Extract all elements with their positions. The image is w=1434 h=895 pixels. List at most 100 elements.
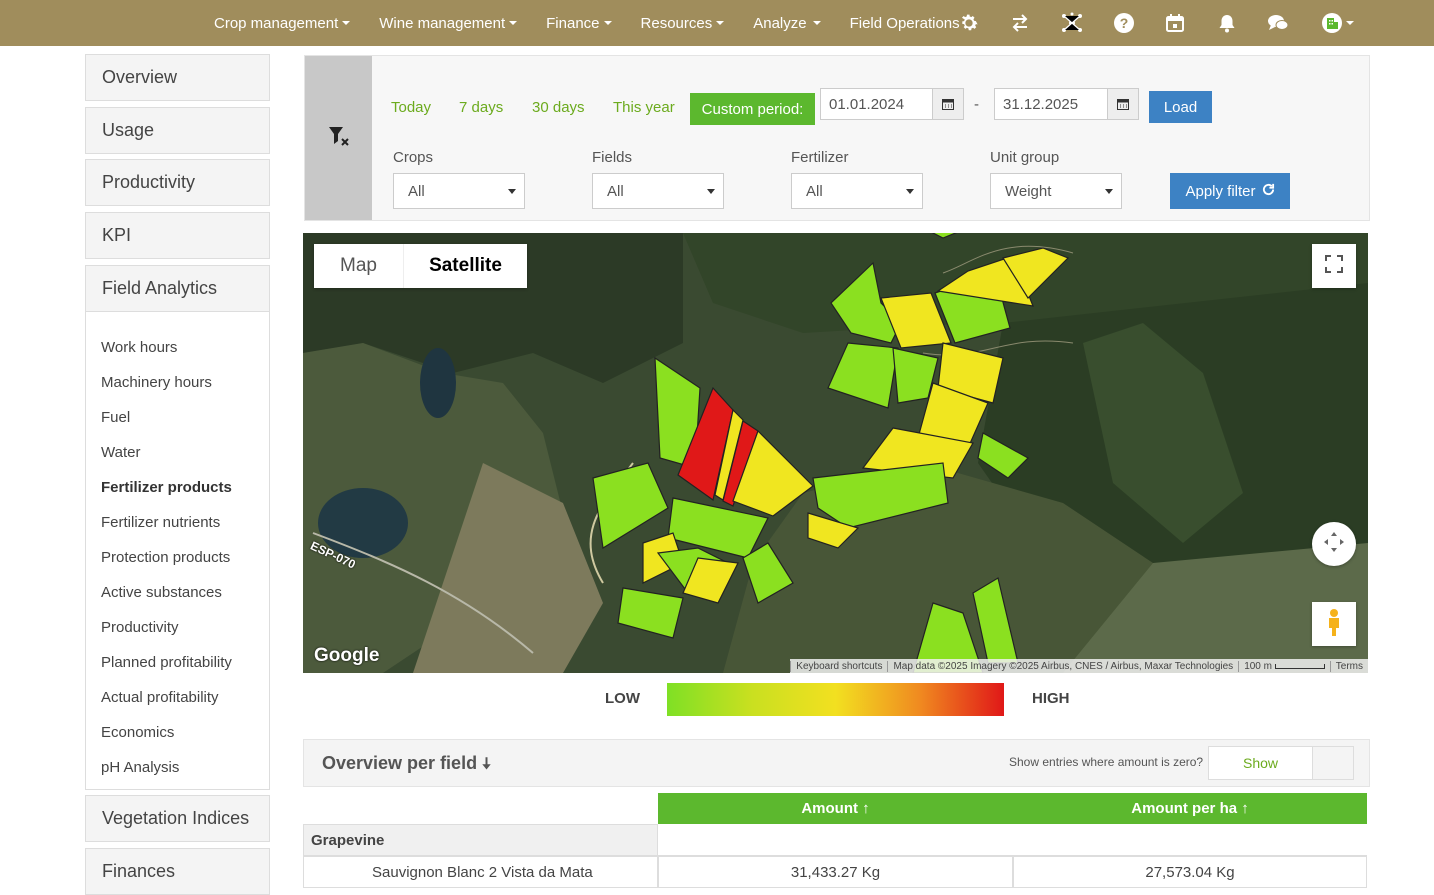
table-row-amount-per-ha: 27,573.04 Kg [1013, 856, 1367, 888]
table-row-amount: 31,433.27 Kg [658, 856, 1013, 888]
column-amount[interactable]: Amount ↑ [658, 793, 1013, 824]
filter-panel: Today 7 days 30 days This year Custom pe… [304, 55, 1370, 221]
filter-clear-icon [327, 124, 351, 153]
sub-fuel[interactable]: Fuel [101, 409, 130, 426]
main-menu: Crop management Wine management Finance … [214, 0, 960, 46]
sub-fertilizer-products[interactable]: Fertilizer products [101, 479, 232, 496]
keyboard-shortcuts-link[interactable]: Keyboard shortcuts [790, 660, 887, 672]
fullscreen-icon [1325, 254, 1343, 278]
terms-link[interactable]: Terms [1329, 660, 1368, 672]
sub-economics[interactable]: Economics [101, 724, 174, 741]
sidebar-productivity[interactable]: Productivity [85, 159, 270, 206]
sidebar-finances[interactable]: Finances [85, 848, 270, 895]
period-30-days[interactable]: 30 days [532, 99, 585, 116]
show-label[interactable]: Show [1209, 747, 1313, 779]
sub-ph-analysis[interactable]: pH Analysis [101, 759, 179, 776]
gear-icon[interactable] [957, 11, 981, 35]
nav-wine-management[interactable]: Wine management [379, 15, 518, 32]
map-type-toggle: Map Satellite [314, 244, 527, 288]
chevron-down-icon [508, 189, 516, 194]
sidebar-vegetation-indices[interactable]: Vegetation Indices [85, 795, 270, 842]
chevron-down-icon [1105, 189, 1113, 194]
calendar-icon[interactable] [1163, 11, 1187, 35]
swap-icon[interactable] [1008, 11, 1032, 35]
chat-icon[interactable] [1266, 11, 1290, 35]
clear-filter-button[interactable] [305, 56, 372, 220]
map-data-credit: Map data ©2025 Imagery ©2025 Airbus, CNE… [887, 660, 1238, 672]
sub-protection-products[interactable]: Protection products [101, 549, 230, 566]
move-arrows-icon [1322, 530, 1346, 559]
group-row-spacer [658, 824, 1367, 856]
crops-select[interactable]: All [393, 173, 525, 209]
overview-title[interactable]: Overview per field 🠇 [322, 753, 491, 780]
chevron-down-icon [906, 189, 914, 194]
top-navbar: Crop management Wine management Finance … [0, 0, 1434, 46]
table-row-field-name: Sauvignon Blanc 2 Vista da Mata [303, 856, 658, 888]
sidebar-kpi[interactable]: KPI [85, 212, 270, 259]
nav-resources[interactable]: Resources [641, 15, 725, 32]
field-map[interactable]: Map Satellite ESP-070 Google Keyboard sh… [303, 233, 1368, 673]
refresh-icon [1262, 183, 1275, 200]
sub-active-substances[interactable]: Active substances [101, 584, 222, 601]
date-separator: - [974, 96, 979, 113]
map-attribution: Keyboard shortcuts Map data ©2025 Imager… [790, 659, 1368, 673]
nav-crop-management[interactable]: Crop management [214, 15, 351, 32]
apply-filter-button[interactable]: Apply filter [1170, 173, 1290, 209]
legend-high-label: HIGH [1032, 690, 1070, 707]
date-to-calendar-icon[interactable] [1107, 88, 1139, 120]
arrow-down-icon: 🠇 [482, 756, 491, 773]
street-view-button[interactable] [1312, 602, 1356, 646]
zero-entries-label: Show entries where amount is zero? [1009, 755, 1204, 769]
map-type-map[interactable]: Map [314, 244, 403, 288]
load-button[interactable]: Load [1149, 91, 1212, 123]
custom-period-button[interactable]: Custom period: [690, 93, 815, 125]
fertilizer-select[interactable]: All [791, 173, 923, 209]
legend-low-label: LOW [605, 690, 640, 707]
google-logo: Google [314, 645, 380, 666]
fullscreen-button[interactable] [1312, 244, 1356, 288]
sub-work-hours[interactable]: Work hours [101, 339, 177, 356]
help-icon[interactable]: ? [1112, 11, 1136, 35]
map-type-satellite[interactable]: Satellite [403, 244, 527, 288]
chevron-down-icon [707, 189, 715, 194]
date-to-input[interactable]: 31.12.2025 [994, 88, 1108, 120]
legend-gradient [667, 683, 1004, 716]
nav-analyze[interactable]: Analyze [753, 15, 821, 32]
svg-text:?: ? [1120, 15, 1129, 31]
fields-label: Fields [592, 149, 633, 166]
sub-actual-profitability[interactable]: Actual profitability [101, 689, 219, 706]
network-icon[interactable] [1060, 11, 1084, 35]
sub-machinery-hours[interactable]: Machinery hours [101, 374, 212, 391]
field-analytics-submenu: Work hours Machinery hours Fuel Water Fe… [85, 312, 270, 790]
unit-group-label: Unit group [990, 149, 1060, 166]
nav-field-operations[interactable]: Field Operations [850, 15, 960, 32]
bell-icon[interactable] [1215, 11, 1239, 35]
sub-fertilizer-nutrients[interactable]: Fertilizer nutrients [101, 514, 220, 531]
toggle-off-area[interactable] [1313, 747, 1353, 779]
pegman-icon [1325, 608, 1343, 641]
sidebar-overview[interactable]: Overview [85, 54, 270, 101]
company-icon[interactable] [1318, 11, 1356, 35]
period-7-days[interactable]: 7 days [459, 99, 503, 116]
fertilizer-label: Fertilizer [791, 149, 849, 166]
sub-water[interactable]: Water [101, 444, 140, 461]
overview-header: Overview per field 🠇 Show entries where … [303, 739, 1370, 787]
unit-group-select[interactable]: Weight [990, 173, 1122, 209]
sub-productivity[interactable]: Productivity [101, 619, 179, 636]
period-this-year[interactable]: This year [613, 99, 675, 116]
field-polygons [592, 233, 1070, 673]
show-zero-toggle[interactable]: Show [1208, 746, 1354, 780]
date-from-calendar-icon[interactable] [932, 88, 964, 120]
nav-finance[interactable]: Finance [546, 15, 612, 32]
period-today[interactable]: Today [391, 99, 431, 116]
date-from-input[interactable]: 01.01.2024 [820, 88, 933, 120]
sub-planned-profitability[interactable]: Planned profitability [101, 654, 232, 671]
crops-label: Crops [393, 149, 434, 166]
camera-control-button[interactable] [1312, 522, 1356, 566]
fields-select[interactable]: All [592, 173, 724, 209]
column-amount-per-ha[interactable]: Amount per ha ↑ [1013, 793, 1367, 824]
sidebar-field-analytics[interactable]: Field Analytics [85, 265, 270, 312]
sidebar-usage[interactable]: Usage [85, 107, 270, 154]
map-scale[interactable]: 100 m [1238, 660, 1330, 672]
group-row-grapevine: Grapevine [303, 824, 658, 856]
